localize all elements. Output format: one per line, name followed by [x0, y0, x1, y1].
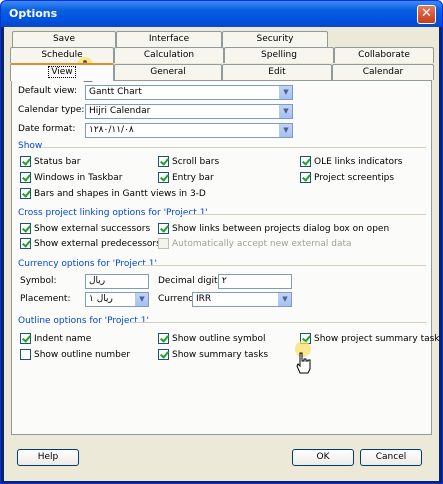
currency-select[interactable]: IRR ▼: [192, 292, 292, 307]
help-button[interactable]: Help: [17, 449, 79, 466]
cancel-button[interactable]: Cancel: [360, 449, 422, 466]
show-outline-symbol-checkbox[interactable]: Show outline symbol: [158, 333, 266, 344]
chevron-down-icon[interactable]: ▼: [279, 105, 292, 118]
placement-select[interactable]: ریال ۱ ▼: [85, 292, 149, 307]
close-icon: ✕: [421, 6, 432, 21]
chevron-down-icon[interactable]: ▼: [278, 293, 291, 306]
links-between-projects-checkbox[interactable]: Show links between projects dialog box o…: [158, 223, 389, 234]
external-successors-checkbox[interactable]: Show external successors: [20, 223, 150, 234]
chevron-down-icon[interactable]: ▼: [279, 124, 292, 137]
tab-calendar[interactable]: Calendar: [332, 64, 434, 80]
view-panel: Default view: Gantt Chart ▼ Calendar typ…: [11, 80, 440, 435]
calendar-type-select[interactable]: Hijri Calendar ▼: [85, 104, 293, 119]
placement-value: ریال ۱: [89, 294, 113, 304]
tab-calculation[interactable]: Calculation: [114, 47, 224, 63]
calendar-type-value: Hijri Calendar: [89, 106, 151, 116]
tab-view[interactable]: View: [10, 63, 114, 81]
currency-section-title: Currency options for 'Project 1': [18, 259, 157, 269]
date-format-label: Date format:: [18, 124, 76, 134]
hand-cursor-icon: [295, 341, 311, 374]
decimal-digits-label: Decimal digits:: [158, 276, 226, 286]
divider: [180, 214, 426, 215]
placement-label: Placement:: [20, 294, 71, 304]
options-dialog: Options ✕ Save Interface Security Schedu…: [0, 0, 443, 484]
windows-taskbar-checkbox[interactable]: Windows in Taskbar: [20, 172, 122, 183]
close-button[interactable]: ✕: [417, 5, 436, 24]
show-outline-number-checkbox[interactable]: Show outline number: [20, 349, 130, 360]
date-format-select[interactable]: ۱۲۸۰/۱۱/۰۸ ▼: [85, 123, 293, 138]
tab-edit[interactable]: Edit: [222, 64, 332, 80]
symbol-input[interactable]: ریال: [85, 274, 149, 289]
ok-button[interactable]: OK: [292, 449, 354, 466]
window-title: Options: [9, 7, 58, 20]
default-view-label: Default view:: [18, 86, 78, 96]
show-project-summary-checkbox[interactable]: Show project summary task: [300, 333, 440, 344]
chevron-down-icon[interactable]: ▼: [135, 293, 148, 306]
dialog-client: Save Interface Security Schedule Calcula…: [4, 27, 440, 481]
scroll-bars-checkbox[interactable]: Scroll bars: [158, 156, 219, 167]
status-bar-checkbox[interactable]: Status bar: [20, 156, 80, 167]
calendar-type-label: Calendar type:: [18, 105, 85, 115]
show-summary-tasks-checkbox[interactable]: Show summary tasks: [158, 349, 268, 360]
chevron-down-icon[interactable]: ▼: [279, 86, 292, 99]
divider: [130, 322, 426, 323]
default-view-select[interactable]: Gantt Chart ▼: [85, 85, 293, 100]
date-format-value: ۱۲۸۰/۱۱/۰۸: [89, 125, 134, 135]
tab-security[interactable]: Security: [222, 31, 328, 47]
outline-section-title: Outline options for 'Project 1': [18, 316, 149, 326]
external-predecessors-checkbox[interactable]: Show external predecessors: [20, 238, 161, 249]
show-section-title: Show: [18, 141, 43, 151]
tab-spelling[interactable]: Spelling: [224, 47, 334, 63]
entry-bar-checkbox[interactable]: Entry bar: [158, 172, 214, 183]
cross-project-section-title: Cross project linking options for 'Proje…: [18, 208, 208, 218]
default-view-value: Gantt Chart: [89, 87, 142, 97]
project-screentips-checkbox[interactable]: Project screentips: [300, 172, 394, 183]
tab-general[interactable]: General: [114, 64, 222, 80]
tab-save[interactable]: Save: [12, 31, 116, 47]
indent-name-checkbox[interactable]: Indent name: [20, 333, 91, 344]
bars-shapes-3d-checkbox[interactable]: Bars and shapes in Gantt views in 3-D: [20, 188, 206, 199]
decimal-digits-spinner[interactable]: ۲: [218, 274, 292, 289]
divider: [138, 265, 426, 266]
symbol-label: Symbol:: [20, 276, 57, 286]
currency-value: IRR: [196, 294, 212, 304]
title-bar: Options ✕: [1, 1, 442, 27]
ole-links-checkbox[interactable]: OLE links indicators: [300, 156, 402, 167]
divider: [42, 147, 426, 148]
tab-interface[interactable]: Interface: [116, 31, 222, 47]
auto-accept-checkbox: Automatically accept new external data: [158, 238, 352, 249]
tab-collaborate[interactable]: Collaborate: [334, 47, 434, 63]
